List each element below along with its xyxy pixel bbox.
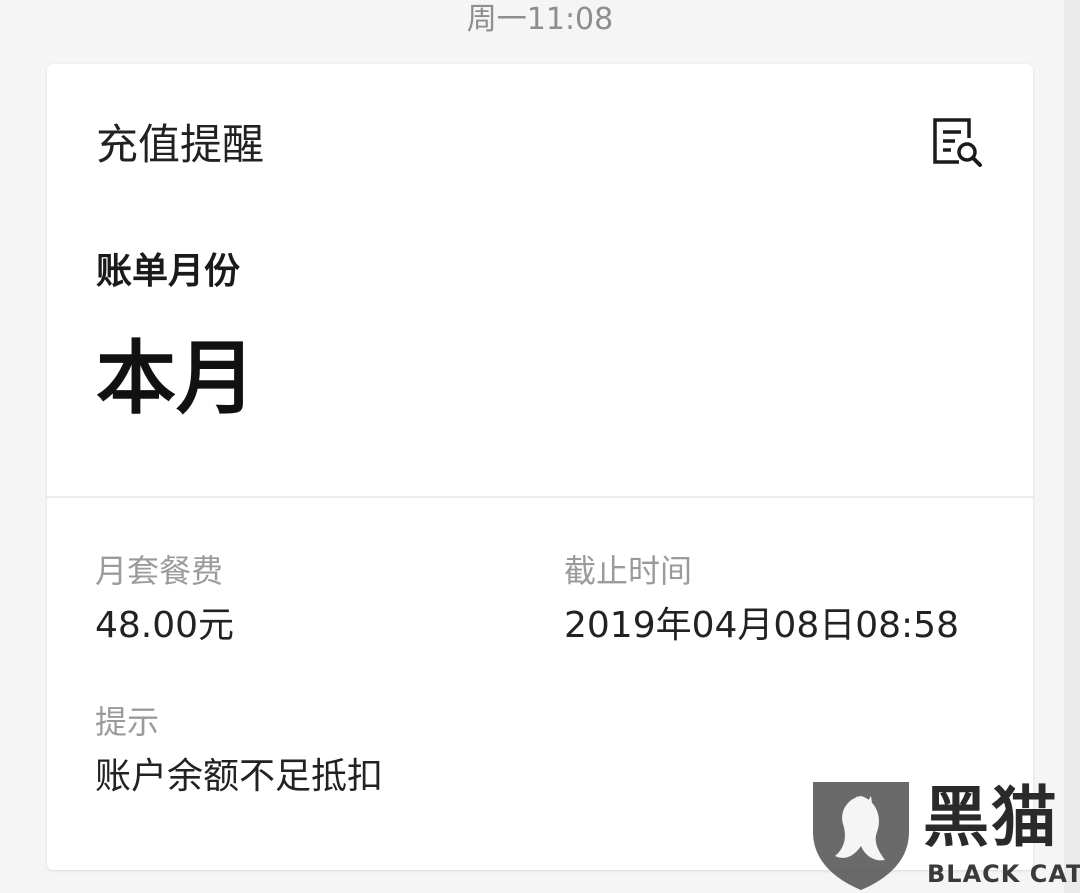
- black-cat-shield-logo-icon: [813, 782, 909, 890]
- monthly-fee-label: 月套餐费: [95, 552, 224, 590]
- bill-search-icon[interactable]: [929, 114, 985, 170]
- deadline-value: 2019年04月08日08:58: [564, 605, 959, 646]
- deadline-label: 截止时间: [564, 552, 693, 590]
- right-edge-strip: [1064, 0, 1080, 893]
- watermark-name-en: BLACK CAT: [927, 860, 1080, 888]
- recharge-reminder-card[interactable]: 充值提醒 账单月份 本月 月套餐费 48.00元 截止时间 2019年04月08…: [47, 64, 1033, 870]
- bill-month-label: 账单月份: [96, 251, 241, 292]
- black-cat-watermark: 黑猫 BLACK CAT: [805, 776, 1080, 893]
- card-title: 充值提醒: [96, 120, 265, 169]
- tip-label: 提示: [95, 703, 160, 741]
- message-timestamp: 周一11:08: [466, 2, 614, 37]
- bill-month-value: 本月: [96, 332, 256, 425]
- card-divider: [47, 496, 1033, 498]
- monthly-fee-value: 48.00元: [95, 605, 235, 646]
- tip-value: 账户余额不足抵扣: [95, 756, 384, 797]
- watermark-name-cn: 黑猫: [923, 779, 1059, 856]
